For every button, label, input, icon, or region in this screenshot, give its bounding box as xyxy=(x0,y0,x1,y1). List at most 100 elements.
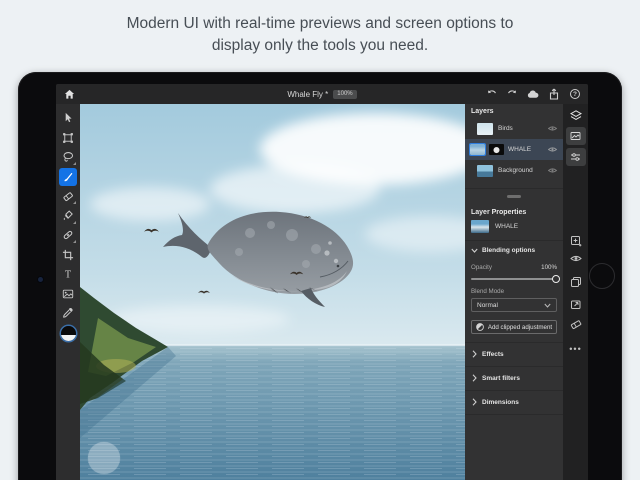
layers-panel-header: Layers xyxy=(471,108,494,115)
redo-icon xyxy=(507,89,518,99)
layer-thumbnail-view-icon xyxy=(570,131,581,141)
layer-thumbnail xyxy=(477,123,493,135)
undo-button[interactable] xyxy=(485,88,497,100)
layer-name: WHALE xyxy=(508,146,544,153)
cloud-icon xyxy=(527,90,539,99)
add-clipped-adjustment-label: Add clipped adjustment xyxy=(488,324,552,331)
redo-button[interactable] xyxy=(506,88,518,100)
blend-mode-value: Normal xyxy=(477,302,498,309)
share-button[interactable] xyxy=(548,88,560,100)
type-tool[interactable]: T xyxy=(59,265,77,283)
tablet-device: Whale Fly * 100% xyxy=(18,72,622,480)
eye-icon xyxy=(570,254,582,263)
fill-tool[interactable] xyxy=(59,207,77,225)
brush-tool[interactable] xyxy=(59,168,77,186)
type-tool-icon: T xyxy=(62,268,74,280)
layer-properties-header: Layer Properties xyxy=(471,209,526,216)
help-icon: ? xyxy=(570,89,580,99)
app-screen: Whale Fly * 100% xyxy=(56,84,588,480)
home-button[interactable] xyxy=(62,87,76,101)
smart-filters-label: Smart filters xyxy=(482,375,520,382)
home-icon xyxy=(64,89,75,100)
transform-layer-button[interactable] xyxy=(569,297,582,310)
layer-properties-toggle[interactable] xyxy=(566,148,586,166)
opacity-value: 100% xyxy=(541,264,557,271)
layers-panel-toggle[interactable] xyxy=(569,109,582,122)
place-image-icon xyxy=(62,288,74,300)
brush-tool-icon xyxy=(62,171,74,183)
move-tool[interactable] xyxy=(59,109,77,127)
chevron-down-icon xyxy=(471,248,478,253)
caption-line-1: Modern UI with real-time previews and sc… xyxy=(0,13,640,35)
right-panel: Layers Birds WHALE Bac xyxy=(465,104,563,480)
clip-mask-icon xyxy=(570,319,582,330)
visibility-eye-icon[interactable] xyxy=(548,125,557,132)
foreground-color-puck[interactable] xyxy=(61,326,76,341)
panel-divider xyxy=(465,240,563,241)
blending-options-label: Blending options xyxy=(482,247,535,254)
panel-drag-handle[interactable] xyxy=(507,195,521,198)
eraser-tool-icon xyxy=(62,190,74,202)
move-tool-icon xyxy=(62,112,74,124)
chevron-down-icon xyxy=(544,303,551,308)
svg-text:T: T xyxy=(65,270,72,280)
lasso-tool[interactable] xyxy=(59,148,77,166)
add-layer-icon xyxy=(570,235,582,247)
layer-thumbnail xyxy=(470,144,485,155)
add-clipped-adjustment-button[interactable]: Add clipped adjustment xyxy=(471,320,557,334)
visibility-eye-icon[interactable] xyxy=(548,167,557,174)
effects-section[interactable]: Effects xyxy=(465,342,563,366)
healing-tool-icon xyxy=(62,229,74,241)
crop-tool-icon xyxy=(62,249,74,261)
selected-layer-name: WHALE xyxy=(495,223,518,230)
layer-row-birds[interactable]: Birds xyxy=(465,118,563,139)
eyedropper-icon xyxy=(62,307,74,319)
whale-composite-artwork xyxy=(80,104,465,480)
effects-label: Effects xyxy=(482,351,504,358)
transform-tool[interactable] xyxy=(59,129,77,147)
layer-name: Birds xyxy=(498,125,543,132)
adjustment-icon xyxy=(476,323,484,331)
sliders-icon xyxy=(570,152,581,162)
blending-options-header[interactable]: Blending options xyxy=(471,247,535,254)
eyedropper-tool[interactable] xyxy=(59,304,77,322)
smart-filters-section[interactable]: Smart filters xyxy=(465,366,563,390)
duplicate-layer-button[interactable] xyxy=(569,275,582,288)
undo-icon xyxy=(486,89,497,99)
help-button[interactable]: ? xyxy=(569,88,581,100)
visibility-eye-icon[interactable] xyxy=(548,146,557,153)
place-image-tool[interactable] xyxy=(59,285,77,303)
duplicate-icon xyxy=(570,276,582,288)
layer-visibility-button[interactable] xyxy=(569,252,582,265)
eraser-tool[interactable] xyxy=(59,187,77,205)
document-canvas[interactable] xyxy=(80,104,465,480)
panel-divider xyxy=(465,414,563,415)
layer-mask-thumbnail xyxy=(489,144,504,155)
clip-mask-button[interactable] xyxy=(569,318,582,331)
layer-row-whale-selected[interactable]: WHALE xyxy=(465,139,563,160)
crop-tool[interactable] xyxy=(59,246,77,264)
chevron-right-icon xyxy=(472,398,477,406)
blend-mode-dropdown[interactable]: Normal xyxy=(471,298,557,312)
lasso-tool-icon xyxy=(62,151,74,163)
layer-name: Background xyxy=(498,167,543,174)
home-hardware-button xyxy=(589,263,615,289)
chevron-right-icon xyxy=(472,350,477,358)
layer-row-background[interactable]: Background xyxy=(465,160,563,181)
document-title: Whale Fly * xyxy=(287,90,328,99)
cloud-sync-button[interactable] xyxy=(527,88,539,100)
opacity-slider-knob[interactable] xyxy=(552,275,560,283)
healing-tool[interactable] xyxy=(59,226,77,244)
dimensions-section[interactable]: Dimensions xyxy=(465,390,563,414)
add-layer-button[interactable] xyxy=(569,234,582,247)
layer-thumbnail-view-button[interactable] xyxy=(566,127,586,145)
panel-divider xyxy=(465,188,563,189)
more-options-button[interactable]: ••• xyxy=(569,342,582,355)
transform-tool-icon xyxy=(62,132,74,144)
tool-bar: T xyxy=(56,104,80,480)
transform-arrow-icon xyxy=(570,298,582,310)
selected-layer-thumbnail xyxy=(471,220,489,233)
opacity-slider[interactable] xyxy=(471,278,557,280)
zoom-level-badge[interactable]: 100% xyxy=(333,90,356,99)
top-bar: Whale Fly * 100% xyxy=(56,84,588,104)
